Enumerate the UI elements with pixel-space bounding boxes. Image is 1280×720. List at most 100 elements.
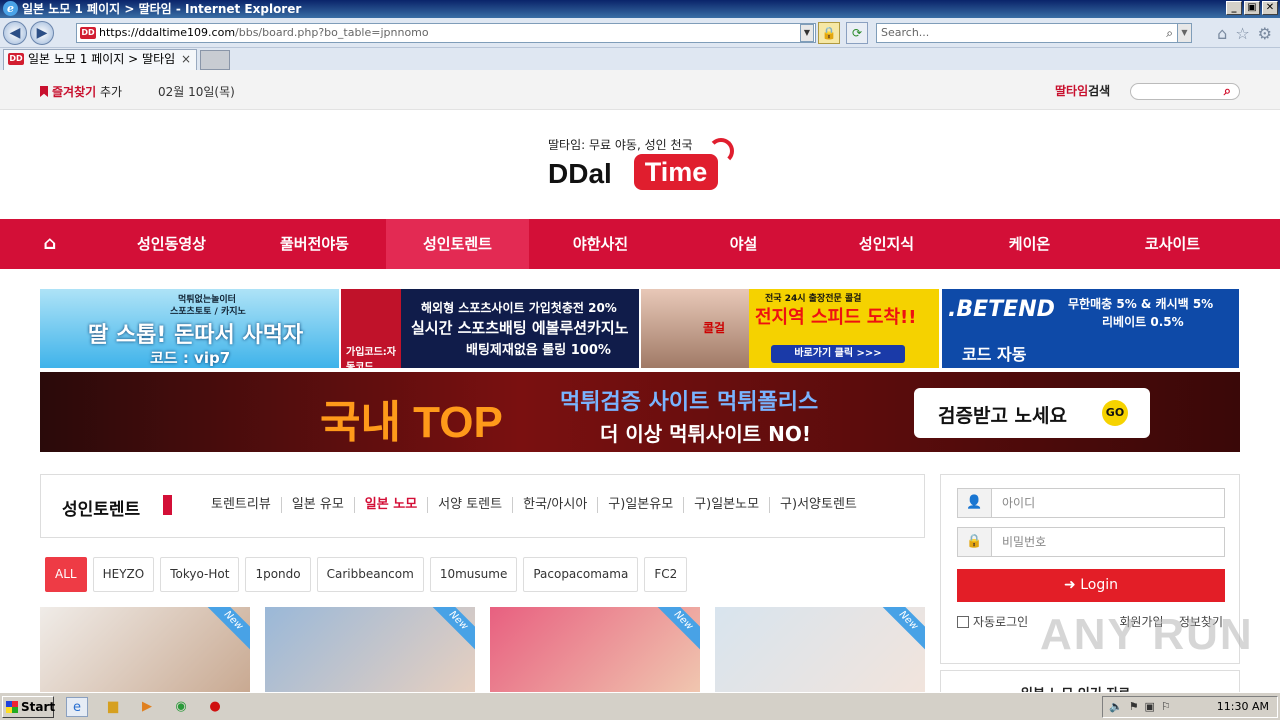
post-thumbnails: New New New New [40, 607, 925, 692]
search-brand: 딸타임 [1055, 84, 1089, 98]
home-icon[interactable]: ⌂ [1217, 24, 1227, 43]
subnav-item[interactable]: 한국/아시아 [513, 497, 599, 513]
filter-chip[interactable]: Caribbeancom [316, 557, 424, 592]
browser-search-input[interactable]: Search... ⌕ ▼ [876, 23, 1192, 43]
post-thumbnail[interactable]: New [265, 607, 475, 692]
site-logo[interactable]: 딸타임: 무료 야동, 성인 천국 DDal Time [548, 136, 748, 196]
url-path: /bbs/board.php?bo_table=jpnnomo [235, 26, 429, 39]
filter-chip[interactable]: 1pondo [245, 557, 311, 592]
refresh-button[interactable]: ⟳ [846, 22, 868, 44]
sign-in-icon: ➜ [1064, 577, 1076, 593]
site-search-input[interactable]: ⌕ [1130, 83, 1240, 100]
nav-item[interactable]: 성인지식 [815, 219, 958, 269]
tools-gear-icon[interactable]: ⚙ [1258, 24, 1272, 43]
subnav-item[interactable]: 구)일본유모 [598, 497, 685, 513]
chrome-icon[interactable]: ◉ [170, 697, 192, 717]
explorer-folder-icon[interactable]: ▆ [102, 697, 124, 717]
new-badge: New [202, 607, 250, 652]
post-thumbnail[interactable]: New [490, 607, 700, 692]
favorites-star-icon[interactable]: ☆ [1235, 24, 1249, 43]
filter-chip[interactable]: HEYZO [92, 557, 155, 592]
board-title-marker [163, 495, 172, 515]
banner-code: 코드 : vip7 [150, 349, 231, 367]
auto-login-label: 자동로그인 [973, 615, 1029, 629]
filter-chip[interactable]: Pacopacomama [523, 557, 639, 592]
nav-item[interactable]: 야한사진 [529, 219, 672, 269]
search-dropdown-button[interactable]: ▼ [1177, 24, 1191, 42]
login-label: Login [1080, 577, 1118, 593]
logo-word-ddal: DDal [548, 158, 612, 189]
search-placeholder: Search... [881, 26, 930, 39]
site-favicon-icon: DD [80, 27, 96, 39]
nav-item[interactable]: 케이온 [958, 219, 1101, 269]
bookmark-icon [40, 86, 48, 97]
post-thumbnail[interactable]: New [715, 607, 925, 692]
filter-chip[interactable]: Tokyo-Hot [160, 557, 240, 592]
nav-item[interactable]: 코사이트 [1101, 219, 1244, 269]
auto-login-checkbox[interactable]: 자동로그인 [957, 613, 1028, 630]
subnav-item-active[interactable]: 일본 노모 [355, 497, 429, 513]
nav-item[interactable]: 성인동영상 [100, 219, 243, 269]
main-nav: ⌂ 성인동영상 풀버전야동 성인토렌트 야한사진 야설 성인지식 케이온 코사이… [0, 219, 1280, 269]
user-id-input[interactable]: 👤 아이디 [957, 488, 1225, 518]
subnav-item[interactable]: 구)일본노모 [684, 497, 771, 513]
tab-close-button[interactable]: × [181, 50, 191, 69]
ad-banner-10x10[interactable]: 해외형 스포츠사이트 가입첫충전 20% 실시간 스포츠배팅 에볼루션카지노 배… [341, 289, 639, 368]
password-placeholder: 비밀번호 [1002, 535, 1047, 549]
lock-icon: 🔒 [958, 528, 992, 556]
banner-text: 무한매충 5% & 캐시백 5% [1068, 297, 1214, 311]
subnav-item[interactable]: 토렌트리뷰 [201, 497, 282, 513]
ad-banner-betend[interactable]: .BETEND 무한매충 5% & 캐시백 5% 리베이트 0.5% 코드 자동 [942, 289, 1239, 368]
tab-favicon-icon: DD [8, 53, 24, 65]
search-icon[interactable]: ⌕ [1166, 24, 1173, 42]
new-tab-button[interactable] [200, 50, 230, 70]
login-button[interactable]: ➜ Login [957, 569, 1225, 602]
banner-text: 배팅제재없음 롤링 100% [466, 343, 611, 358]
address-dropdown-button[interactable]: ▼ [800, 24, 814, 42]
nav-item-active[interactable]: 성인토렌트 [386, 219, 529, 269]
minimize-button[interactable]: _ [1226, 1, 1242, 15]
ad-banner-callgirl[interactable]: 콜걸 전국 24시 출장전문 콜걸 전지역 스피드 도착!! 바로가기 클릭 >… [641, 289, 939, 368]
windows-flag-icon [6, 701, 18, 713]
password-input[interactable]: 🔒 비밀번호 [957, 527, 1225, 557]
checkbox-box[interactable] [957, 616, 969, 628]
start-button[interactable]: Start [2, 696, 55, 718]
media-player-icon[interactable]: ▶ [136, 697, 158, 717]
address-toolbar: ◀ ▶ DD https://ddaltime109.com/bbs/board… [0, 18, 1280, 48]
new-badge: New [877, 607, 925, 652]
lock-icon[interactable]: 🔒 [818, 22, 840, 44]
close-window-button[interactable]: ✕ [1262, 1, 1278, 15]
bookmark-label: 즐겨찾기 [52, 85, 97, 99]
subnav-item[interactable]: 구)서양토렌트 [770, 497, 867, 513]
new-badge: New [652, 607, 700, 652]
subnav-item[interactable]: 일본 유모 [282, 497, 355, 513]
ie-taskbar-icon[interactable]: e [66, 697, 88, 717]
banner-cta-button[interactable]: 검증받고 노세요 GO [914, 388, 1150, 438]
ad-banner-muktwi[interactable]: 국내 TOP 먹튀검증 사이트 먹튀폴리스 더 이상 먹튀사이트 NO! 검증받… [40, 372, 1240, 452]
browser-tab[interactable]: DD 일본 노모 1 페이지 > 딸타임 × [3, 49, 197, 70]
maximize-button[interactable]: ▣ [1244, 1, 1260, 15]
address-field[interactable]: DD https://ddaltime109.com/bbs/board.php… [76, 23, 816, 43]
bookmark-link[interactable]: 즐겨찾기 추가 [40, 83, 122, 100]
nav-item[interactable]: 야설 [672, 219, 815, 269]
current-date: 02월 10일(목) [158, 85, 235, 99]
filter-chip[interactable]: FC2 [644, 557, 688, 592]
ad-banner-cast[interactable]: 먹튀없는놀이터 스포츠토토 / 카지노 딸 스톱! 돈따서 사먹자 코드 : v… [40, 289, 339, 368]
banner-cta-label: 검증받고 노세요 [938, 405, 1067, 427]
forward-button[interactable]: ▶ [30, 21, 54, 45]
site-search-icon[interactable]: ⌕ [1224, 84, 1231, 99]
banner-text: 콜걸 [703, 321, 726, 335]
id-placeholder: 아이디 [1002, 496, 1036, 510]
nav-home-icon[interactable]: ⌂ [0, 219, 100, 269]
tray-icons[interactable]: 🔈⚑▣⚐ [1109, 697, 1177, 717]
back-button[interactable]: ◀ [3, 21, 27, 45]
post-thumbnail[interactable]: New [40, 607, 250, 692]
filter-chip-active[interactable]: ALL [45, 557, 87, 592]
filter-chip[interactable]: 10musume [429, 557, 518, 592]
new-badge: New [427, 607, 475, 652]
subnav-item[interactable]: 서양 토렌트 [428, 497, 514, 513]
tab-row: DD 일본 노모 1 페이지 > 딸타임 × [0, 48, 1280, 70]
opera-icon[interactable]: ● [204, 697, 226, 717]
banner-cta[interactable]: 바로가기 클릭 >>> [771, 345, 905, 363]
nav-item[interactable]: 풀버전야동 [243, 219, 386, 269]
